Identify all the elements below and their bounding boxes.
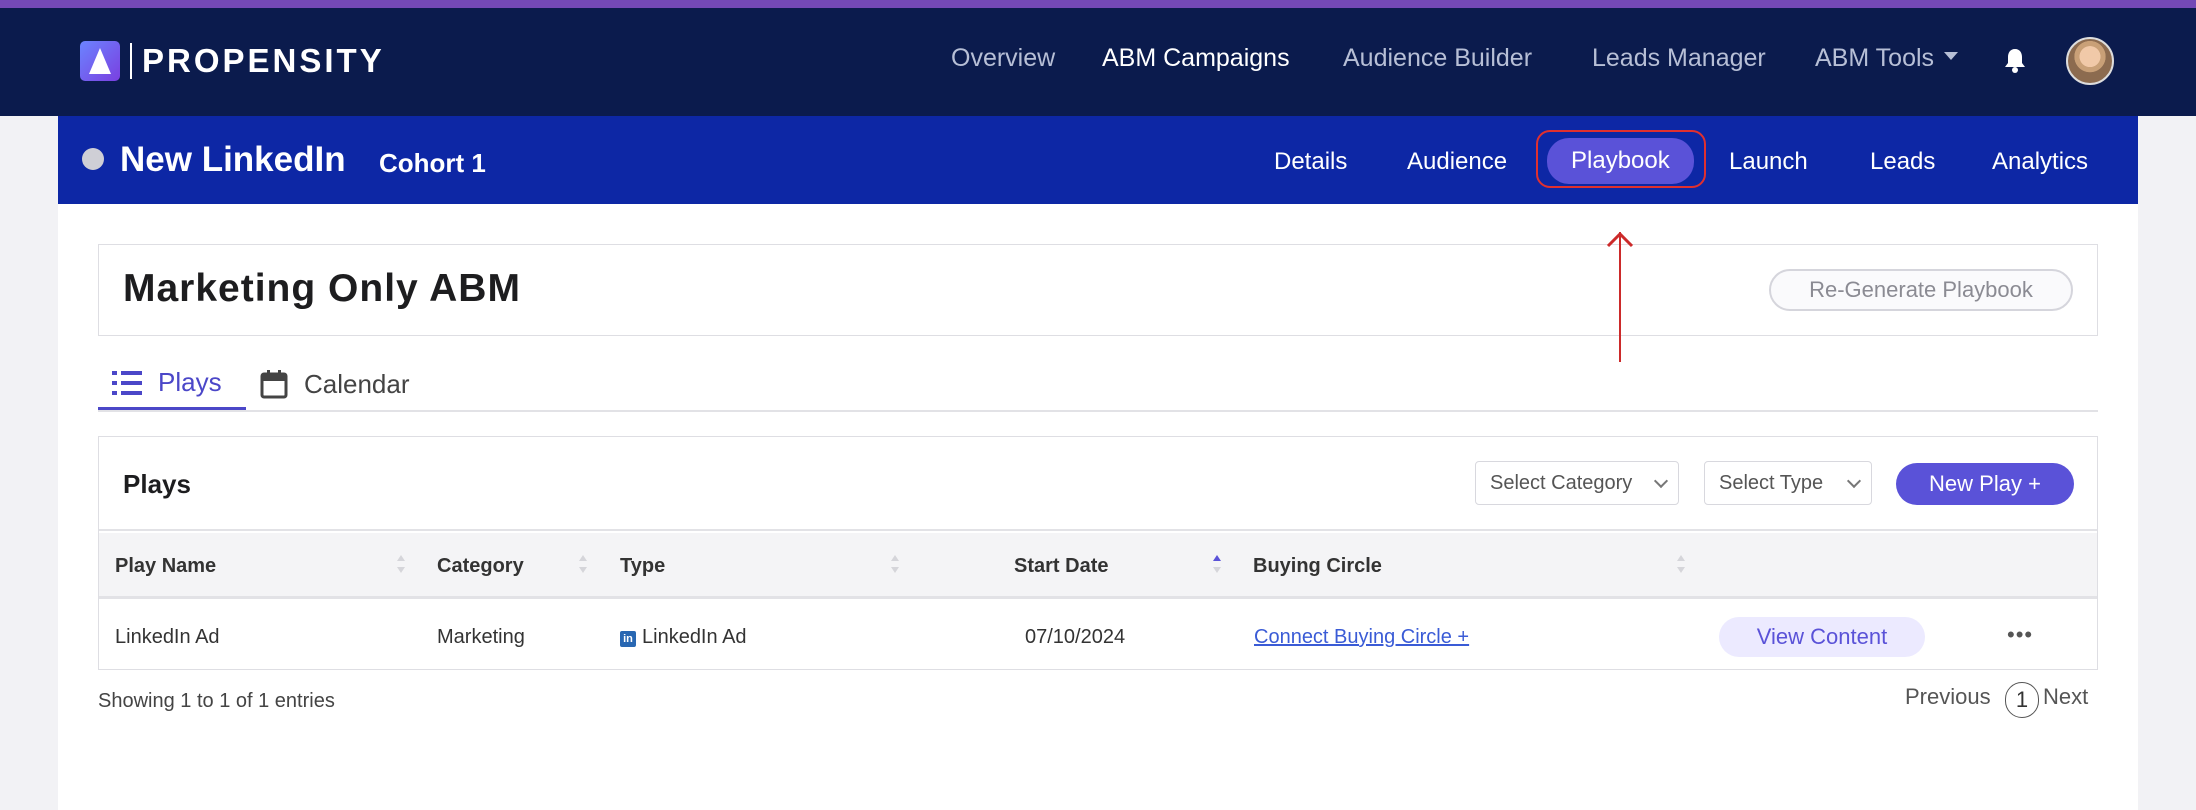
cell-start-date: 07/10/2024 xyxy=(1025,626,1126,648)
subtab-calendar[interactable]: Calendar xyxy=(260,358,410,410)
tab-details[interactable]: Details xyxy=(1274,145,1347,179)
annotation-highlight-ring xyxy=(1536,130,1706,188)
nav-abm-tools[interactable]: ABM Tools xyxy=(1815,44,1959,80)
connect-buying-circle-link[interactable]: Connect Buying Circle + xyxy=(1254,626,1469,649)
campaign-name: New LinkedIn xyxy=(120,140,346,179)
bell-icon[interactable] xyxy=(2003,47,2027,73)
nav-leads-manager[interactable]: Leads Manager xyxy=(1592,44,1766,80)
sort-asc-icon[interactable] xyxy=(1213,555,1221,575)
select-type-label: Select Type xyxy=(1719,472,1824,494)
more-icon[interactable]: ••• xyxy=(2007,622,2033,648)
subtab-plays-label: Plays xyxy=(158,367,222,397)
playbook-title-box: Marketing Only ABM Re-Generate Playbook xyxy=(98,244,2098,336)
regenerate-playbook-button[interactable]: Re-Generate Playbook xyxy=(1769,269,2073,311)
annotation-arrow-head-icon xyxy=(1606,231,1634,248)
campaign-header: New LinkedIn Cohort 1 Details Audience P… xyxy=(58,116,2138,204)
next-page-button[interactable]: Next xyxy=(2043,684,2088,710)
list-icon xyxy=(112,370,142,395)
chevron-down-icon xyxy=(1653,473,1669,489)
col-type[interactable]: Type xyxy=(620,555,665,578)
cell-type: in LinkedIn Ad xyxy=(620,626,747,649)
calendar-icon xyxy=(260,370,288,399)
sort-icon[interactable] xyxy=(397,555,405,575)
table-header: Play Name Category Type Start Date Buyin… xyxy=(99,533,2097,599)
table-row: LinkedIn Ad Marketing in LinkedIn Ad 07/1… xyxy=(99,602,2097,670)
plays-toolbar: Plays Select Category Select Type New Pl… xyxy=(99,437,2097,531)
col-buying-circle[interactable]: Buying Circle xyxy=(1253,555,1382,578)
subtab-plays[interactable]: Plays xyxy=(98,358,246,410)
sort-icon[interactable] xyxy=(1677,555,1685,575)
campaign-cohort: Cohort 1 xyxy=(379,148,486,178)
plays-title: Plays xyxy=(123,469,191,499)
logo-divider xyxy=(130,43,132,79)
nav-abm-campaigns[interactable]: ABM Campaigns xyxy=(1102,44,1290,80)
tab-launch[interactable]: Launch xyxy=(1729,145,1808,179)
cell-type-label: LinkedIn Ad xyxy=(642,626,747,648)
cell-category: Marketing xyxy=(437,626,525,648)
col-category[interactable]: Category xyxy=(437,555,524,578)
tab-analytics[interactable]: Analytics xyxy=(1992,145,2088,179)
logo-mark-icon xyxy=(80,41,120,81)
brand-logo[interactable]: PROPENSITY xyxy=(80,40,385,82)
select-category-label: Select Category xyxy=(1490,472,1633,494)
col-start-date[interactable]: Start Date xyxy=(1014,555,1108,578)
select-category[interactable]: Select Category xyxy=(1475,461,1679,505)
previous-page-button[interactable]: Previous xyxy=(1905,684,1991,710)
chevron-down-icon xyxy=(1944,52,1959,61)
sort-icon[interactable] xyxy=(891,555,899,575)
tab-leads[interactable]: Leads xyxy=(1870,145,1935,179)
playbook-subtabs: Plays Calendar xyxy=(98,358,2098,412)
user-avatar[interactable] xyxy=(2066,37,2114,85)
new-play-button[interactable]: New Play + xyxy=(1896,463,2074,505)
tab-audience[interactable]: Audience xyxy=(1407,145,1507,179)
top-navbar: PROPENSITY Overview ABM Campaigns Audien… xyxy=(0,0,2196,116)
subtab-calendar-label: Calendar xyxy=(304,368,410,399)
page-number-1[interactable]: 1 xyxy=(2005,682,2039,718)
top-accent-stripe xyxy=(0,0,2196,8)
brand-name: PROPENSITY xyxy=(142,42,385,79)
sort-icon[interactable] xyxy=(579,555,587,575)
linkedin-icon: in xyxy=(620,631,636,647)
page-title: Marketing Only ABM xyxy=(123,267,521,310)
col-play-name[interactable]: Play Name xyxy=(115,555,216,578)
status-dot xyxy=(82,148,104,170)
cell-play-name: LinkedIn Ad xyxy=(115,626,220,648)
plays-panel: Plays Select Category Select Type New Pl… xyxy=(98,436,2098,670)
nav-overview[interactable]: Overview xyxy=(951,44,1055,80)
nav-abm-tools-label: ABM Tools xyxy=(1815,44,1935,72)
view-content-button[interactable]: View Content xyxy=(1719,617,1925,657)
chevron-down-icon xyxy=(1846,473,1862,489)
select-type[interactable]: Select Type xyxy=(1704,461,1872,505)
entries-info: Showing 1 to 1 of 1 entries xyxy=(98,690,335,712)
nav-audience-builder[interactable]: Audience Builder xyxy=(1343,44,1532,80)
